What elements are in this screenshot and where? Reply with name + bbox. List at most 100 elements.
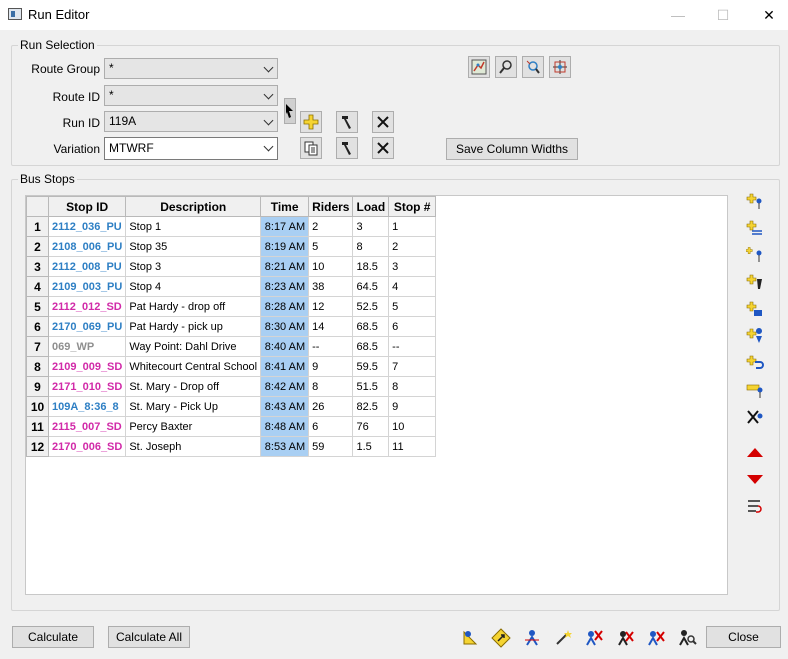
time-cell[interactable]: 8:42 AM: [260, 376, 310, 397]
riders-cell[interactable]: --: [308, 336, 354, 357]
table-row[interactable]: 4 2109_003_PU Stop 4 8:23 AM 38 64.5 4: [26, 276, 437, 297]
row-number[interactable]: 11: [26, 416, 49, 437]
close-window-button[interactable]: ✕: [746, 0, 788, 30]
row-number[interactable]: 3: [26, 256, 49, 277]
map-route-icon[interactable]: [468, 56, 490, 78]
stop-id-cell[interactable]: 2108_006_PU: [47, 236, 127, 257]
route-direction-icon[interactable]: [490, 627, 512, 649]
description-cell[interactable]: St. Mary - Pick Up: [125, 396, 262, 417]
stop-id-cell[interactable]: 2115_007_SD: [47, 416, 127, 437]
row-number[interactable]: 8: [26, 356, 49, 377]
run-id-select[interactable]: 119A: [104, 111, 278, 132]
time-cell[interactable]: 8:30 AM: [260, 316, 310, 337]
stop-id-cell[interactable]: 2112_036_PU: [47, 216, 127, 237]
add-run-icon[interactable]: [300, 111, 322, 133]
description-cell[interactable]: Whitecourt Central School: [125, 356, 262, 377]
description-cell[interactable]: Stop 1: [125, 216, 262, 237]
riders-cell[interactable]: 2: [308, 216, 354, 237]
stop-key-icon[interactable]: [744, 244, 766, 266]
time-cell[interactable]: 8:40 AM: [260, 336, 310, 357]
stop-number-cell[interactable]: 7: [388, 356, 437, 377]
stop-number-cell[interactable]: 2: [388, 236, 437, 257]
edit-run-hammer-icon[interactable]: [336, 111, 358, 133]
stop-number-cell[interactable]: 4: [388, 276, 437, 297]
student-search-icon[interactable]: [676, 627, 698, 649]
column-header-load[interactable]: Load: [352, 196, 390, 217]
load-cell[interactable]: 51.5: [352, 376, 390, 397]
row-number[interactable]: 10: [26, 396, 49, 417]
move-down-icon[interactable]: [744, 468, 766, 490]
stop-id-cell[interactable]: 2112_012_SD: [47, 296, 127, 317]
route-id-select[interactable]: *: [104, 85, 278, 106]
load-cell[interactable]: 76: [352, 416, 390, 437]
route-group-select[interactable]: *: [104, 58, 278, 79]
stop-id-cell[interactable]: 069_WP: [47, 336, 127, 357]
description-cell[interactable]: Percy Baxter: [125, 416, 262, 437]
description-cell[interactable]: Way Point: Dahl Drive: [125, 336, 262, 357]
stop-id-cell[interactable]: 2109_009_SD: [47, 356, 127, 377]
pointer-icon[interactable]: [284, 98, 296, 124]
table-row[interactable]: 1 2112_036_PU Stop 1 8:17 AM 2 3 1: [26, 216, 437, 237]
time-cell[interactable]: 8:41 AM: [260, 356, 310, 377]
close-button[interactable]: Close: [706, 626, 781, 648]
load-cell[interactable]: 82.5: [352, 396, 390, 417]
stop-number-cell[interactable]: 1: [388, 216, 437, 237]
row-number[interactable]: 7: [26, 336, 49, 357]
description-cell[interactable]: St. Joseph: [125, 436, 262, 457]
swap-stop-icon[interactable]: [744, 217, 766, 239]
stop-id-cell[interactable]: 2112_008_PU: [47, 256, 127, 277]
riders-cell[interactable]: 59: [308, 436, 354, 457]
save-column-widths-button[interactable]: Save Column Widths: [446, 138, 578, 160]
add-stop-icon[interactable]: [744, 190, 766, 212]
stop-number-cell[interactable]: 6: [388, 316, 437, 337]
time-cell[interactable]: 8:21 AM: [260, 256, 310, 277]
stops-grid[interactable]: Stop ID Description Time Riders Load Sto…: [25, 195, 728, 595]
add-waypoint-icon[interactable]: [744, 325, 766, 347]
stop-number-cell[interactable]: 10: [388, 416, 437, 437]
column-header-stop-id[interactable]: Stop ID: [47, 196, 127, 217]
zoom-icon[interactable]: [495, 56, 517, 78]
maximize-button[interactable]: ☐: [700, 0, 746, 30]
stop-number-cell[interactable]: 5: [388, 296, 437, 317]
load-cell[interactable]: 1.5: [352, 436, 390, 457]
insert-stop-icon[interactable]: [744, 298, 766, 320]
time-cell[interactable]: 8:23 AM: [260, 276, 310, 297]
riders-cell[interactable]: 12: [308, 296, 354, 317]
stop-number-cell[interactable]: 9: [388, 396, 437, 417]
table-row[interactable]: 7 069_WP Way Point: Dahl Drive 8:40 AM -- 68.…: [26, 336, 437, 357]
time-cell[interactable]: 8:53 AM: [260, 436, 310, 457]
zoom-route-icon[interactable]: [522, 56, 544, 78]
row-number[interactable]: 6: [26, 316, 49, 337]
time-cell[interactable]: 8:48 AM: [260, 416, 310, 437]
time-cell[interactable]: 8:28 AM: [260, 296, 310, 317]
description-cell[interactable]: Stop 4: [125, 276, 262, 297]
riders-cell[interactable]: 10: [308, 256, 354, 277]
column-header-time[interactable]: Time: [260, 196, 310, 217]
calculate-all-button[interactable]: Calculate All: [108, 626, 190, 648]
time-cell[interactable]: 8:17 AM: [260, 216, 310, 237]
load-cell[interactable]: 68.5: [352, 336, 390, 357]
table-row[interactable]: 11 2115_007_SD Percy Baxter 8:48 AM 6 76 10: [26, 416, 437, 437]
riders-cell[interactable]: 14: [308, 316, 354, 337]
load-cell[interactable]: 18.5: [352, 256, 390, 277]
row-number[interactable]: 1: [26, 216, 49, 237]
row-number[interactable]: 12: [26, 436, 49, 457]
map-grid-icon[interactable]: [549, 56, 571, 78]
description-cell[interactable]: Pat Hardy - pick up: [125, 316, 262, 337]
stop-id-cell[interactable]: 2109_003_PU: [47, 276, 127, 297]
remove-students-icon[interactable]: [583, 627, 605, 649]
edit-variation-hammer-icon[interactable]: [336, 137, 358, 159]
load-cell[interactable]: 52.5: [352, 296, 390, 317]
magic-wand-icon[interactable]: [552, 627, 574, 649]
students-to-stop-icon[interactable]: [459, 627, 481, 649]
unassign-students-icon[interactable]: [645, 627, 667, 649]
load-cell[interactable]: 64.5: [352, 276, 390, 297]
stop-number-cell[interactable]: 8: [388, 376, 437, 397]
column-header-riders[interactable]: Riders: [308, 196, 354, 217]
stop-id-cell[interactable]: 2170_006_SD: [47, 436, 127, 457]
remove-stop-icon[interactable]: [744, 406, 766, 428]
clear-students-icon[interactable]: [614, 627, 636, 649]
load-cell[interactable]: 3: [352, 216, 390, 237]
load-cell[interactable]: 68.5: [352, 316, 390, 337]
stop-number-cell[interactable]: 11: [388, 436, 437, 457]
